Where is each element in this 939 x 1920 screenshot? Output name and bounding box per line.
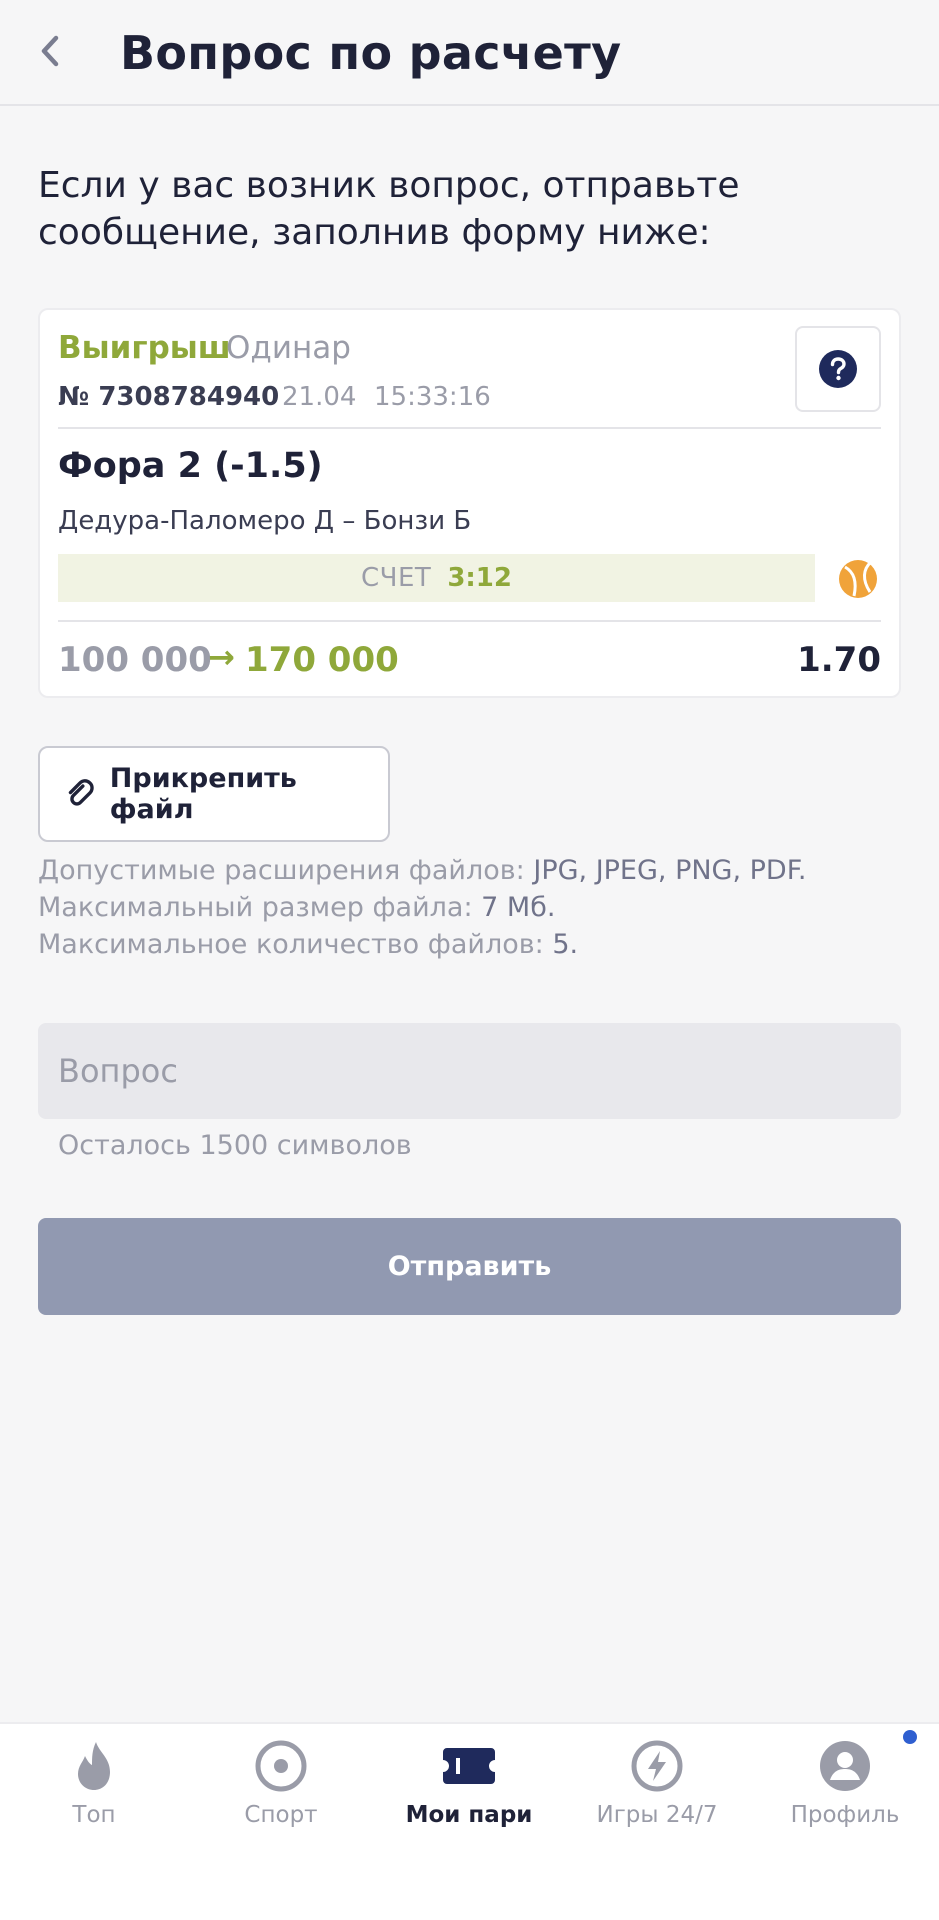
tab-my-bets[interactable]: Мои пари — [389, 1738, 549, 1848]
submit-label: Отправить — [387, 1251, 552, 1282]
ticket-icon — [443, 1748, 495, 1784]
question-circle-icon — [819, 350, 857, 388]
page-title: Вопрос по расчету — [120, 26, 622, 80]
tab-sport[interactable]: Спорт — [201, 1738, 361, 1848]
question-input[interactable] — [38, 1023, 901, 1119]
score-label: СЧЕТ — [361, 563, 432, 593]
intro-text: Если у вас возник вопрос, отправьте сооб… — [38, 165, 740, 253]
bet-stake: 100 000 — [58, 640, 212, 680]
attach-file-button[interactable]: Прикрепить файл — [38, 746, 390, 842]
bet-card: Выигрыш Одинар № 7308784940 21.04 15:33:… — [38, 308, 901, 698]
file-count-hint: Максимальное количество файлов: 5. — [38, 929, 579, 960]
attach-file-label: Прикрепить файл — [109, 763, 297, 825]
bet-market: Фора 2 (-1.5) — [58, 446, 323, 486]
file-extensions-hint: Допустимые расширения файлов: JPG, JPEG,… — [38, 855, 807, 886]
bottom-tab-bar: Топ Спорт Мои пари Игры 24/7 Профиль — [0, 1722, 939, 1920]
bet-kind: Одинар — [226, 330, 351, 366]
bet-time: 15:33:16 — [374, 382, 491, 412]
paperclip-icon — [68, 779, 94, 806]
file-hints: Допустимые расширения файлов: JPG, JPEG,… — [38, 852, 807, 963]
bet-number: № 7308784940 — [58, 382, 280, 412]
score-value: 3:12 — [447, 563, 512, 593]
notification-dot — [903, 1730, 917, 1744]
help-button[interactable] — [795, 326, 881, 412]
card-divider — [58, 620, 881, 622]
bet-payout: 170 000 — [245, 640, 399, 680]
chevron-left-icon — [41, 35, 59, 67]
user-icon — [820, 1741, 870, 1791]
target-icon — [255, 1740, 307, 1792]
flame-icon — [78, 1742, 110, 1790]
arrow-right-icon: → — [208, 638, 235, 676]
bet-event: Дедура-Паломеро Д – Бонзи Б — [58, 506, 472, 536]
tab-label: Профиль — [790, 1802, 900, 1828]
score-bar: СЧЕТ 3:12 — [58, 554, 815, 602]
app-header: Вопрос по расчету — [0, 0, 939, 106]
bet-date: 21.04 — [282, 382, 357, 412]
submit-button[interactable]: Отправить — [38, 1218, 901, 1315]
tennis-ball-icon — [839, 560, 877, 598]
bet-odds: 1.70 — [797, 640, 881, 680]
lightning-icon — [631, 1740, 683, 1792]
tab-label: Топ — [72, 1802, 116, 1828]
tab-label: Игры 24/7 — [596, 1802, 718, 1828]
char-counter: Осталось 1500 символов — [58, 1130, 412, 1161]
tab-top[interactable]: Топ — [14, 1738, 174, 1848]
card-divider — [58, 427, 881, 429]
file-size-hint: Максимальный размер файла: 7 Мб. — [38, 892, 556, 923]
tab-profile[interactable]: Профиль — [765, 1738, 925, 1848]
tab-label: Мои пари — [405, 1802, 533, 1828]
tab-label: Спорт — [244, 1802, 318, 1828]
bet-status: Выигрыш — [58, 330, 231, 366]
tab-games[interactable]: Игры 24/7 — [577, 1738, 737, 1848]
back-button[interactable] — [30, 28, 70, 74]
